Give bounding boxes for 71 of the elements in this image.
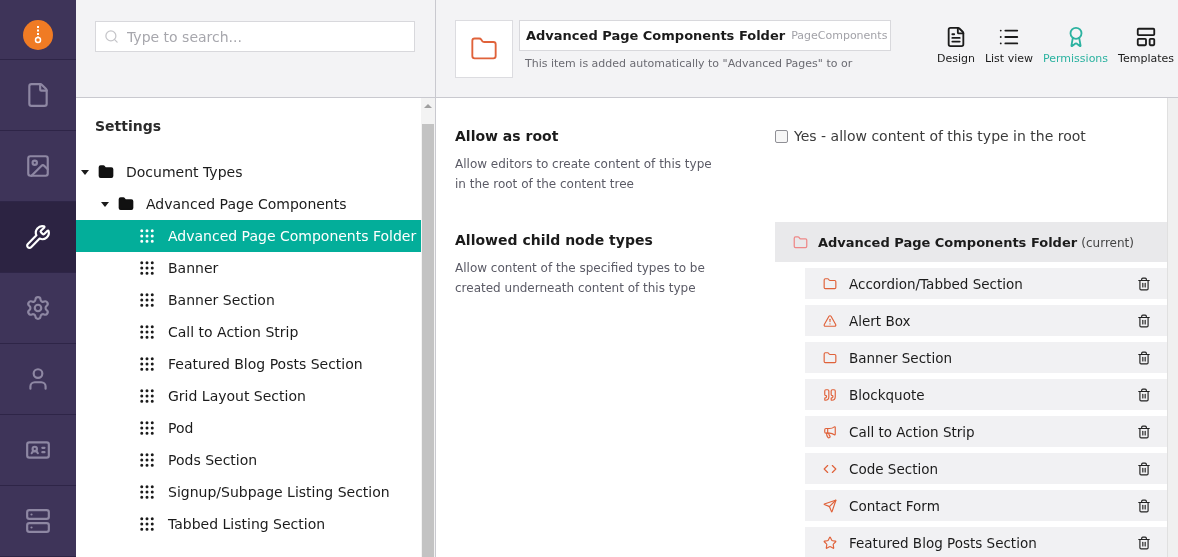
warning-icon [823, 313, 837, 328]
star-icon [823, 535, 837, 550]
quote-icon [823, 387, 837, 402]
grid-icon [138, 355, 156, 373]
megaphone-icon [823, 424, 837, 439]
folder-icon [823, 276, 837, 291]
delete-icon[interactable] [1137, 313, 1151, 328]
tree-item[interactable]: Document Types [76, 156, 421, 188]
grid-icon [138, 259, 156, 277]
grid-icon [138, 227, 156, 245]
current-type-label: Advanced Page Components Folder (current) [818, 234, 1134, 250]
logo-icon[interactable] [23, 20, 53, 50]
tree-item[interactable]: Advanced Page Components [76, 188, 421, 220]
name-field[interactable]: Advanced Page Components Folder PageComponents [519, 20, 891, 51]
grid-icon [138, 323, 156, 341]
delete-icon[interactable] [1137, 276, 1151, 291]
view-tab[interactable]: Templates [1114, 26, 1178, 65]
alias-text: PageComponents [791, 29, 888, 42]
paper-plane-icon [823, 498, 837, 513]
child-type-label: Accordion/Tabbed Section [849, 275, 1024, 292]
section-description: Allow content of the specified types to be created underneath content of this type [455, 260, 706, 297]
child-type-label: Alert Box [849, 312, 912, 329]
folder-icon [823, 350, 837, 365]
section-title: Allowed child node types [455, 232, 654, 248]
delete-icon[interactable] [1137, 387, 1151, 402]
tree-item[interactable]: Pod [76, 412, 421, 444]
tree-item[interactable]: Pods Section [76, 444, 421, 476]
delete-icon[interactable] [1137, 350, 1151, 365]
folder-icon [793, 234, 808, 250]
scrollbar[interactable] [1167, 98, 1178, 557]
child-type-label: Blockquote [849, 386, 926, 403]
delete-icon[interactable] [1137, 461, 1151, 476]
section-description: Allow editors to create content of this type in the root of the content tree [455, 156, 713, 193]
child-type-label: Call to Action Strip [849, 423, 976, 440]
tree-item[interactable]: Grid Layout Section [76, 380, 421, 412]
layout-icon [1135, 26, 1158, 48]
delete-icon[interactable] [1137, 498, 1151, 513]
caret-icon[interactable] [101, 201, 109, 207]
grid-icon [138, 451, 156, 469]
grid-icon [138, 387, 156, 405]
delete-icon[interactable] [1137, 535, 1151, 550]
tree-item[interactable]: Featured Blog Posts Section [76, 348, 421, 380]
grid-icon [138, 419, 156, 437]
view-tab[interactable]: List view [980, 26, 1037, 65]
search-icon [104, 29, 119, 44]
tree-title: Settings [94, 117, 163, 136]
tree-item[interactable]: Tabbed Listing Section [76, 508, 421, 540]
search-field[interactable]: Type to search... [95, 21, 415, 52]
caret-icon[interactable] [81, 169, 89, 175]
child-type-label: Contact Form [849, 497, 941, 514]
checkbox[interactable] [775, 129, 788, 143]
section-title: Allow as root [455, 128, 560, 144]
child-type-label: Banner Section [849, 349, 953, 366]
grid-icon [138, 291, 156, 309]
checkbox-label: Yes - allow content of this type in the root [794, 128, 1086, 144]
doctype-icon-tile[interactable] [455, 20, 513, 78]
nav-item[interactable] [0, 202, 76, 273]
scrollbar[interactable] [421, 98, 435, 557]
folder-icon [118, 196, 134, 212]
child-type-label: Code Section [849, 460, 939, 477]
delete-icon[interactable] [1137, 424, 1151, 439]
view-tab[interactable]: Design [932, 26, 979, 65]
grid-icon [138, 483, 156, 501]
tree-item[interactable]: Signup/Subpage Listing Section [76, 476, 421, 508]
tree-item[interactable]: Banner Section [76, 284, 421, 316]
folder-icon [98, 164, 114, 180]
tree-item[interactable]: Banner [76, 252, 421, 284]
description-text: This item is added automatically to "Advanced Pages" to or [524, 57, 854, 70]
grid-icon [138, 515, 156, 533]
child-type-label: Featured Blog Posts Section [849, 534, 1038, 551]
tree-item[interactable]: Call to Action Strip [76, 316, 421, 348]
